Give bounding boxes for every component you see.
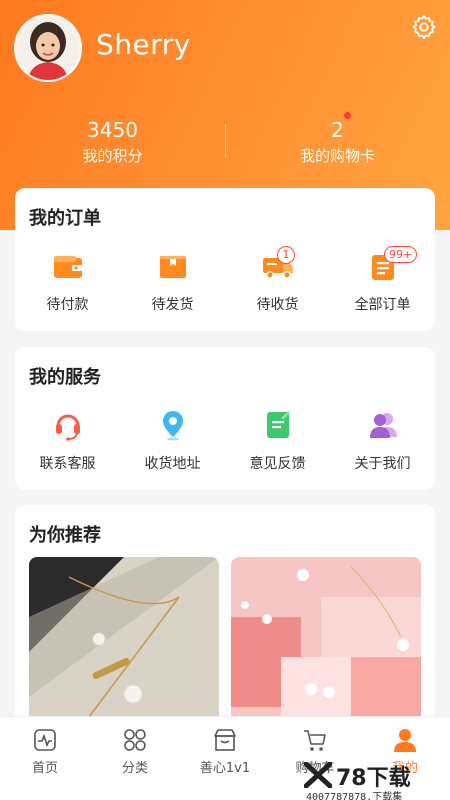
tab-shop-label: 善心1v1 <box>199 761 251 776</box>
service-feedback[interactable]: 意见反馈 <box>225 409 330 473</box>
tab-home-label: 首页 <box>31 761 58 776</box>
location-pin-icon <box>162 411 183 441</box>
shop-icon <box>214 729 236 751</box>
service-about-us[interactable]: 关于我们 <box>330 409 435 473</box>
service-contact-support-label: 联系客服 <box>39 456 96 472</box>
orders-card: 我的订单 待付款 待发货 1 待收货 99+ 全部订单 <box>15 188 435 331</box>
service-about-us-label: 关于我们 <box>354 456 411 472</box>
orders-title: 我的订单 <box>29 208 101 229</box>
recommend-title: 为你推荐 <box>29 525 101 546</box>
home-pulse-icon <box>34 729 56 751</box>
order-pending-shipment[interactable]: 待发货 <box>120 252 225 314</box>
service-contact-support[interactable]: 联系客服 <box>15 409 120 473</box>
shopping-card-label: 我的购物卡 <box>299 147 375 165</box>
shopping-card-value: 2 <box>331 118 344 142</box>
box-icon <box>159 256 186 278</box>
service-address-label: 收货地址 <box>144 456 201 472</box>
product-image-pearl-earrings[interactable] <box>231 557 421 727</box>
feedback-icon <box>266 411 290 438</box>
points-stat[interactable]: 3450 我的积分 <box>0 118 225 166</box>
category-grid-icon <box>124 729 146 751</box>
order-pending-shipment-label: 待发货 <box>151 297 194 313</box>
gear-icon[interactable] <box>410 13 438 41</box>
order-pending-payment[interactable]: 待付款 <box>15 252 120 314</box>
wallet-icon <box>53 256 82 278</box>
tab-home[interactable]: 首页 <box>0 717 90 800</box>
cart-icon <box>304 730 326 751</box>
username: Sherry <box>96 28 191 61</box>
tab-category[interactable]: 分类 <box>90 717 180 800</box>
order-badge-all: 99+ <box>384 246 418 263</box>
service-feedback-label: 意见反馈 <box>249 456 306 472</box>
user-icon <box>394 729 416 752</box>
points-label: 我的积分 <box>82 147 143 165</box>
services-title: 我的服务 <box>29 367 101 388</box>
avatar[interactable] <box>14 14 82 82</box>
order-all-label: 全部订单 <box>354 297 411 313</box>
x-logo-icon <box>304 762 332 788</box>
watermark: 78下载 4007787878.下载集 <box>298 760 450 800</box>
recommend-card: 为你推荐 <box>15 505 435 745</box>
order-pending-receipt-label: 待收货 <box>256 297 299 313</box>
shopping-card-stat[interactable]: 2 我的购物卡 <box>225 118 450 166</box>
service-address[interactable]: 收货地址 <box>120 409 225 473</box>
product-image-necklace[interactable] <box>29 557 219 727</box>
people-icon <box>369 413 397 438</box>
points-value: 3450 <box>87 118 138 142</box>
order-pending-payment-label: 待付款 <box>46 297 89 313</box>
order-badge-receipt: 1 <box>277 246 295 264</box>
notification-dot <box>344 112 351 119</box>
tab-category-label: 分类 <box>121 761 148 776</box>
headset-icon <box>55 414 80 441</box>
watermark-site: 4007787878.下载集 <box>306 792 403 800</box>
services-card: 我的服务 联系客服 收货地址 意见反馈 关于我们 <box>15 347 435 490</box>
order-all[interactable]: 99+ 全部订单 <box>330 246 435 314</box>
tab-shop[interactable]: 善心1v1 <box>180 717 270 800</box>
order-pending-receipt[interactable]: 1 待收货 <box>225 246 330 314</box>
